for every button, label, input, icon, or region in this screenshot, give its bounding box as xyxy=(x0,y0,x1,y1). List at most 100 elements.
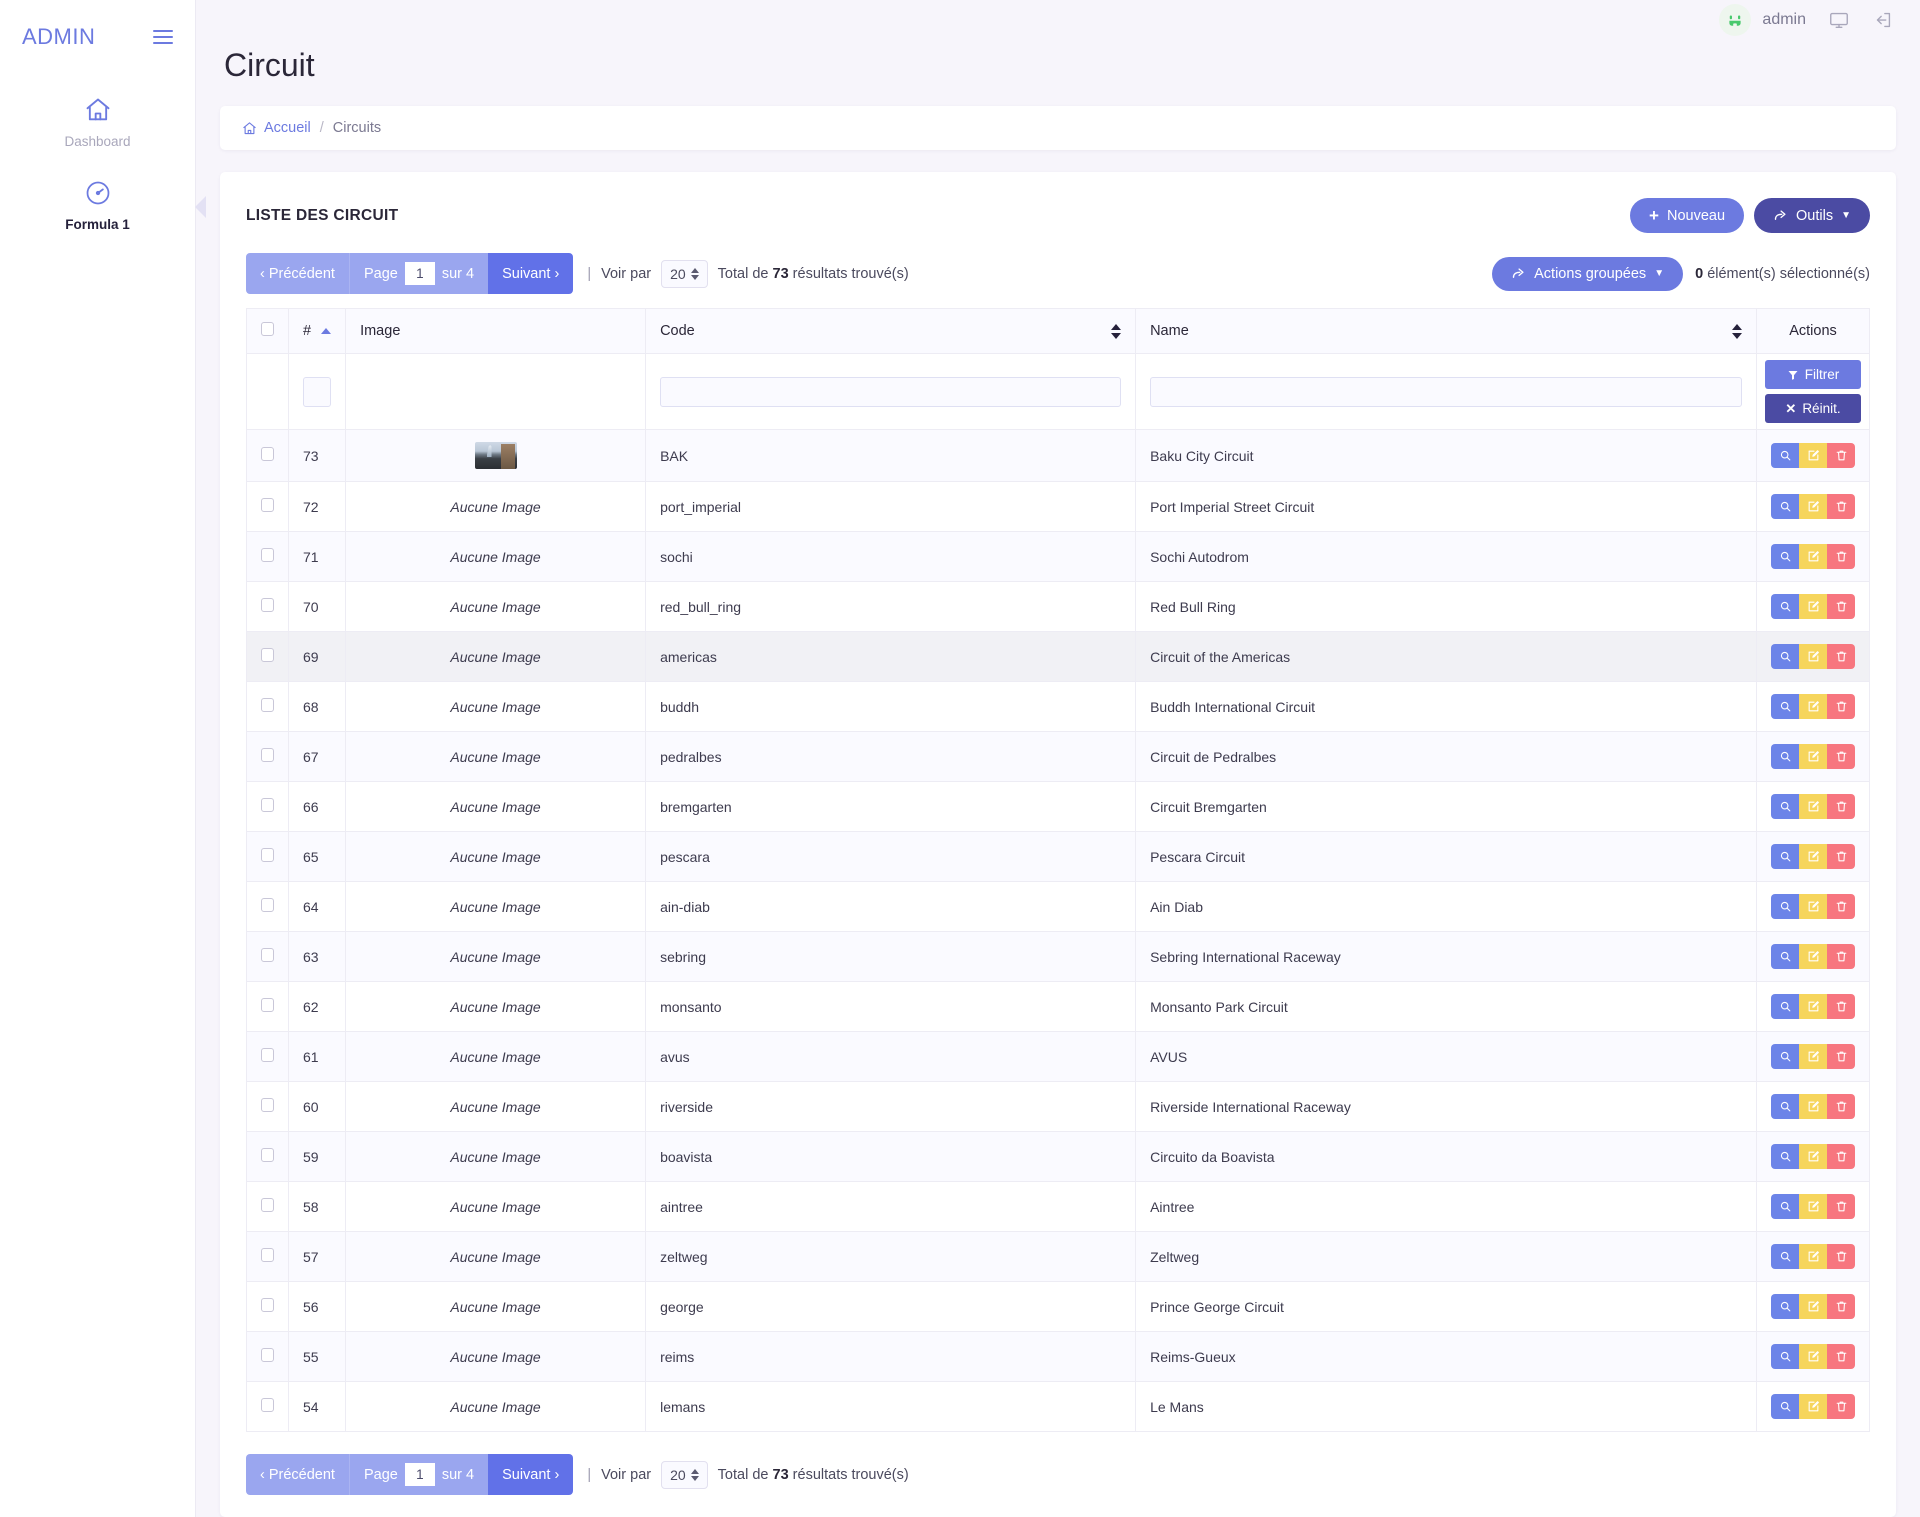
next-page-button[interactable]: Suivant › xyxy=(488,253,574,294)
pencil-square-icon[interactable] xyxy=(1799,1294,1827,1319)
pencil-square-icon[interactable] xyxy=(1799,644,1827,669)
sidebar-item-dashboard[interactable]: Dashboard xyxy=(0,82,195,165)
table-row[interactable]: 58 Aucune Image aintree Aintree xyxy=(246,1181,1870,1232)
table-row[interactable]: 73 BAK Baku City Circuit xyxy=(246,429,1870,482)
table-row[interactable]: 71 Aucune Image sochi Sochi Autodrom xyxy=(246,531,1870,582)
magnifier-icon[interactable] xyxy=(1771,944,1799,969)
trash-icon[interactable] xyxy=(1827,544,1855,569)
magnifier-icon[interactable] xyxy=(1771,744,1799,769)
trash-icon[interactable] xyxy=(1827,443,1855,468)
pencil-square-icon[interactable] xyxy=(1799,594,1827,619)
pencil-square-icon[interactable] xyxy=(1799,744,1827,769)
column-header-id[interactable]: # xyxy=(287,308,347,354)
trash-icon[interactable] xyxy=(1827,494,1855,519)
pencil-square-icon[interactable] xyxy=(1799,944,1827,969)
magnifier-icon[interactable] xyxy=(1771,894,1799,919)
trash-icon[interactable] xyxy=(1827,994,1855,1019)
stepper-arrows-icon[interactable] xyxy=(690,1468,699,1481)
filter-input-id[interactable] xyxy=(303,376,331,407)
magnifier-icon[interactable] xyxy=(1771,1094,1799,1119)
bulk-actions-button[interactable]: Actions groupées ▼ xyxy=(1492,256,1684,291)
pencil-square-icon[interactable] xyxy=(1799,494,1827,519)
pencil-square-icon[interactable] xyxy=(1799,1044,1827,1069)
trash-icon[interactable] xyxy=(1827,1344,1855,1369)
pencil-square-icon[interactable] xyxy=(1799,894,1827,919)
row-checkbox[interactable] xyxy=(261,898,274,912)
filter-apply-button[interactable]: Filtrer xyxy=(1765,360,1861,389)
row-checkbox[interactable] xyxy=(261,498,274,512)
row-checkbox[interactable] xyxy=(261,648,274,662)
trash-icon[interactable] xyxy=(1827,644,1855,669)
row-checkbox[interactable] xyxy=(261,1348,274,1362)
magnifier-icon[interactable] xyxy=(1771,844,1799,869)
table-row[interactable]: 64 Aucune Image ain-diab Ain Diab xyxy=(246,881,1870,932)
trash-icon[interactable] xyxy=(1827,1394,1855,1419)
prev-page-button[interactable]: ‹ Précédent xyxy=(246,253,349,294)
table-row[interactable]: 66 Aucune Image bremgarten Circuit Bremgart… xyxy=(246,781,1870,832)
filter-input-code[interactable] xyxy=(660,376,1122,407)
table-row[interactable]: 57 Aucune Image zeltweg Zeltweg xyxy=(246,1231,1870,1282)
trash-icon[interactable] xyxy=(1827,1044,1855,1069)
row-checkbox[interactable] xyxy=(261,1098,274,1112)
magnifier-icon[interactable] xyxy=(1771,1044,1799,1069)
row-checkbox[interactable] xyxy=(261,698,274,712)
row-checkbox[interactable] xyxy=(261,798,274,812)
pencil-square-icon[interactable] xyxy=(1799,1144,1827,1169)
row-checkbox[interactable] xyxy=(261,1048,274,1062)
table-row[interactable]: 68 Aucune Image buddh Buddh International C… xyxy=(246,681,1870,732)
table-row[interactable]: 65 Aucune Image pescara Pescara Circuit xyxy=(246,831,1870,882)
column-header-code[interactable]: Code xyxy=(645,308,1137,354)
hamburger-icon[interactable] xyxy=(153,26,173,48)
table-row[interactable]: 69 Aucune Image americas Circuit of the Ame… xyxy=(246,631,1870,682)
sort-toggle-icon[interactable] xyxy=(1111,323,1122,339)
row-checkbox[interactable] xyxy=(261,1198,274,1212)
table-row[interactable]: 55 Aucune Image reims Reims-Gueux xyxy=(246,1331,1870,1382)
pencil-square-icon[interactable] xyxy=(1799,694,1827,719)
select-all-checkbox[interactable] xyxy=(261,322,274,336)
sidebar-item-formula-1[interactable]: Formula 1 xyxy=(0,165,206,248)
row-checkbox[interactable] xyxy=(261,998,274,1012)
trash-icon[interactable] xyxy=(1827,594,1855,619)
sort-toggle-icon[interactable] xyxy=(1732,323,1742,339)
trash-icon[interactable] xyxy=(1827,944,1855,969)
pencil-square-icon[interactable] xyxy=(1799,844,1827,869)
trash-icon[interactable] xyxy=(1827,894,1855,919)
magnifier-icon[interactable] xyxy=(1771,594,1799,619)
pencil-square-icon[interactable] xyxy=(1799,1194,1827,1219)
trash-icon[interactable] xyxy=(1827,844,1855,869)
pencil-square-icon[interactable] xyxy=(1799,1344,1827,1369)
magnifier-icon[interactable] xyxy=(1771,994,1799,1019)
magnifier-icon[interactable] xyxy=(1771,1144,1799,1169)
row-checkbox[interactable] xyxy=(261,1248,274,1262)
row-checkbox[interactable] xyxy=(261,1398,274,1412)
magnifier-icon[interactable] xyxy=(1771,1244,1799,1269)
pencil-square-icon[interactable] xyxy=(1799,1394,1827,1419)
row-checkbox[interactable] xyxy=(261,1298,274,1312)
table-row[interactable]: 61 Aucune Image avus AVUS xyxy=(246,1031,1870,1082)
table-row[interactable]: 56 Aucune Image george Prince George Circui… xyxy=(246,1281,1870,1332)
table-row[interactable]: 67 Aucune Image pedralbes Circuit de Pedral… xyxy=(246,731,1870,782)
filter-input-name[interactable] xyxy=(1150,376,1742,407)
pencil-square-icon[interactable] xyxy=(1799,994,1827,1019)
trash-icon[interactable] xyxy=(1827,1294,1855,1319)
table-row[interactable]: 62 Aucune Image monsanto Monsanto Park Circ… xyxy=(246,981,1870,1032)
per-page-stepper[interactable]: 20 xyxy=(661,259,708,288)
magnifier-icon[interactable] xyxy=(1771,794,1799,819)
magnifier-icon[interactable] xyxy=(1771,494,1799,519)
magnifier-icon[interactable] xyxy=(1771,1344,1799,1369)
row-checkbox[interactable] xyxy=(261,848,274,862)
new-button[interactable]: + Nouveau xyxy=(1630,198,1745,233)
sort-ascending-icon[interactable] xyxy=(321,328,332,334)
page-input[interactable] xyxy=(404,1463,435,1486)
trash-icon[interactable] xyxy=(1827,694,1855,719)
magnifier-icon[interactable] xyxy=(1771,694,1799,719)
trash-icon[interactable] xyxy=(1827,1144,1855,1169)
column-header-name[interactable]: Name xyxy=(1135,308,1757,354)
stepper-arrows-icon[interactable] xyxy=(690,267,699,280)
trash-icon[interactable] xyxy=(1827,794,1855,819)
breadcrumb-home-link[interactable]: Accueil xyxy=(242,120,311,136)
table-row[interactable]: 63 Aucune Image sebring Sebring Internation… xyxy=(246,931,1870,982)
row-checkbox[interactable] xyxy=(261,548,274,562)
magnifier-icon[interactable] xyxy=(1771,1394,1799,1419)
magnifier-icon[interactable] xyxy=(1771,644,1799,669)
